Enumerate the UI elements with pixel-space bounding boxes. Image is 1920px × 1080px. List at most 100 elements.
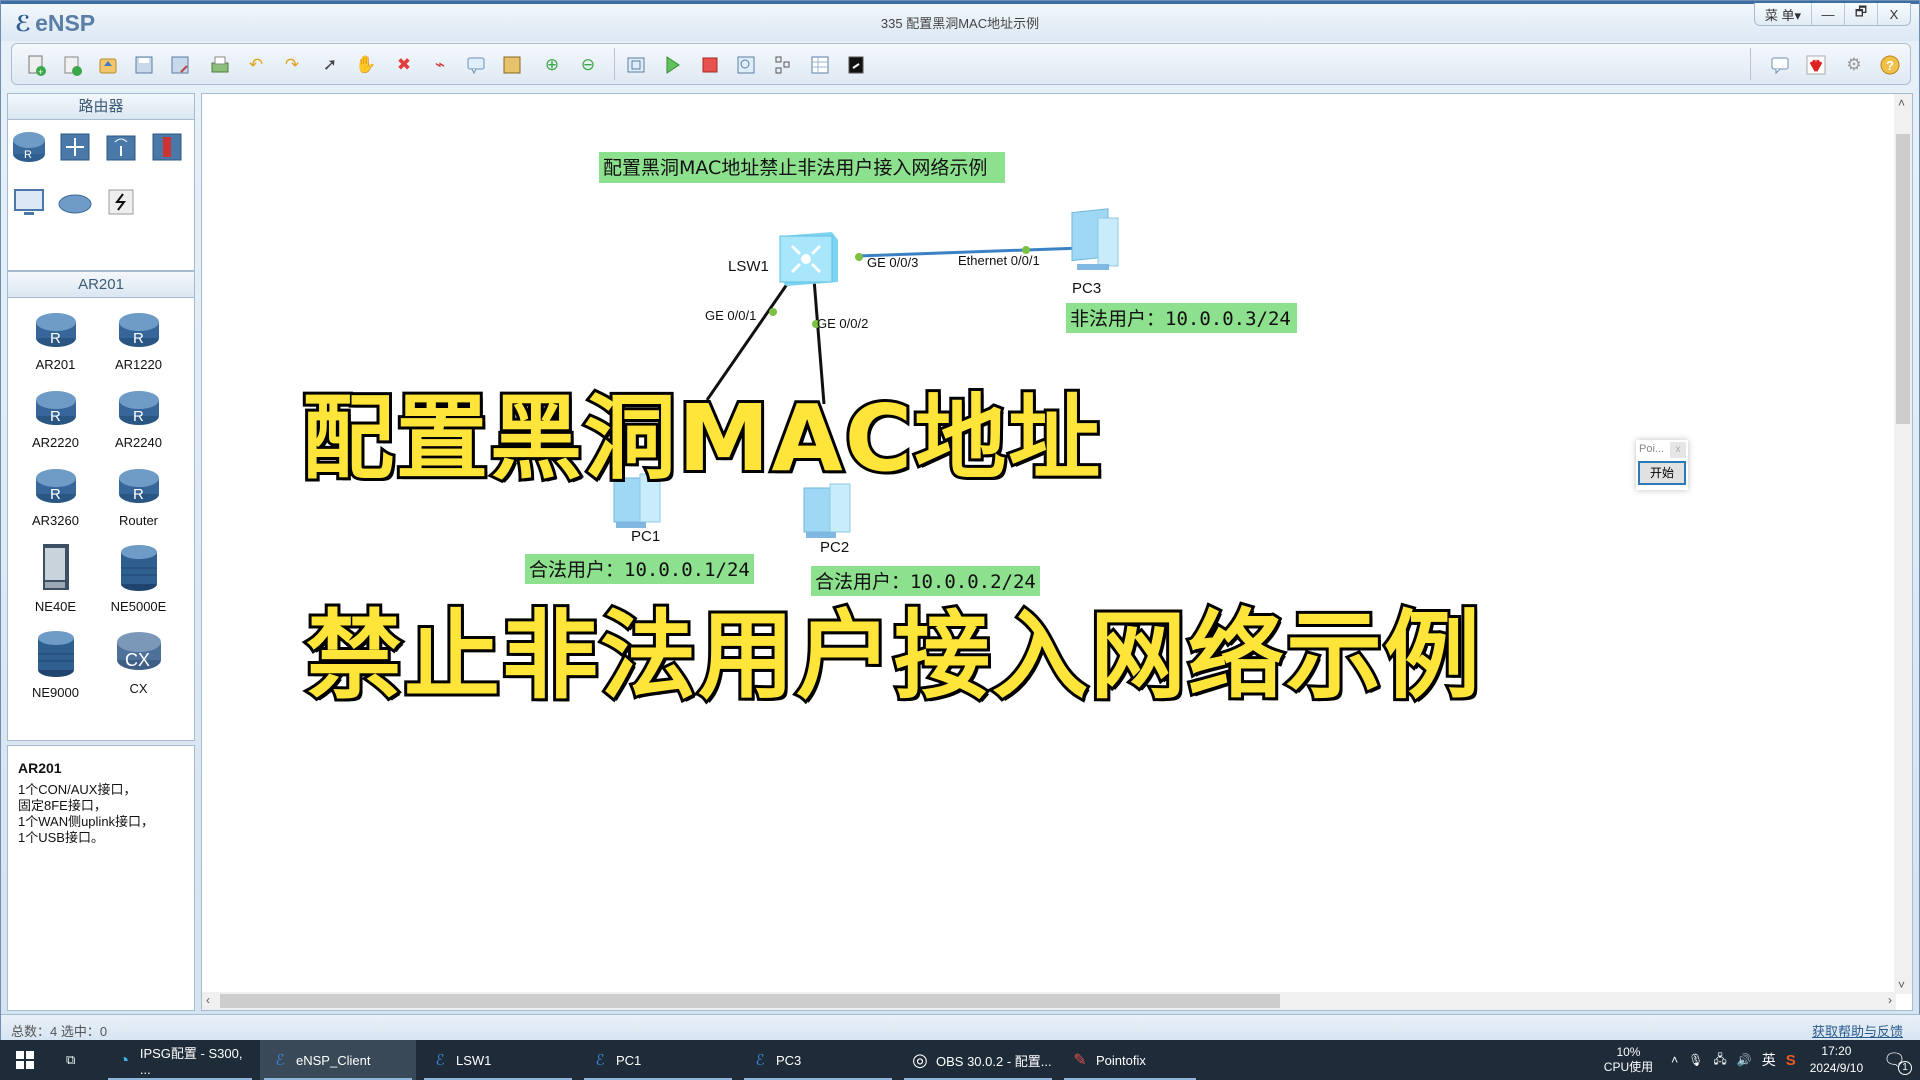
- pointofix-start-button[interactable]: 开始: [1638, 461, 1686, 485]
- horizontal-scrollbar[interactable]: ‹ ›: [202, 992, 1896, 1010]
- input-lang-indicator[interactable]: 英: [1762, 1050, 1776, 1070]
- new-topology-icon[interactable]: +: [24, 53, 48, 77]
- overlay-title-line1: 配置黑洞MAC地址: [299, 382, 1103, 495]
- delete-link-icon[interactable]: ⌁: [428, 53, 452, 77]
- text-annotation-icon[interactable]: [464, 53, 488, 77]
- status-bar: 总数：4 选中：0 获取帮助与反馈: [1, 1014, 1920, 1041]
- stop-device-icon[interactable]: [698, 53, 722, 77]
- wireless-category-icon[interactable]: [102, 128, 148, 171]
- scroll-left-icon[interactable]: ‹: [206, 993, 210, 1007]
- grid-icon[interactable]: [808, 53, 832, 77]
- ensp-window: ℰ eNSP 335 配置黑洞MAC地址示例 菜 单▾ — 🗗 X + ↶ ↷ …: [0, 0, 1920, 1041]
- restore-button[interactable]: 🗗: [1844, 3, 1877, 25]
- device-item-ne40e[interactable]: NE40E: [14, 542, 97, 614]
- device-item-ar201[interactable]: R AR201: [14, 308, 97, 372]
- delete-icon[interactable]: ✖: [392, 53, 416, 77]
- port-label-eth001: Ethernet 0/0/1: [958, 253, 1040, 268]
- start-device-icon[interactable]: [660, 53, 684, 77]
- cpu-label: CPU使用: [1603, 1060, 1654, 1074]
- taskbar-item[interactable]: ℰeNSP_Client: [260, 1040, 416, 1080]
- pc3-ip-label[interactable]: 非法用户：10.0.0.3/24: [1066, 303, 1297, 333]
- redo-icon[interactable]: ↷: [280, 53, 304, 77]
- device-label: NE40E: [34, 599, 77, 614]
- device-item-ar3260[interactable]: R AR3260: [14, 464, 97, 528]
- save-icon[interactable]: [132, 53, 156, 77]
- system-tray: 10% CPU使用 ˄ 🎙 🖧 🔊 英 S 17:20 2024/9/10 🗨 …: [1604, 1040, 1920, 1080]
- fit-view-icon[interactable]: [624, 53, 648, 77]
- start-button[interactable]: [4, 1040, 54, 1080]
- device-item-ne5000e[interactable]: NE5000E: [97, 542, 180, 614]
- task-view-button[interactable]: ⧉: [56, 1040, 100, 1080]
- undo-icon[interactable]: ↶: [244, 53, 268, 77]
- capture-icon[interactable]: [734, 53, 758, 77]
- switch-lsw1-icon[interactable]: [779, 232, 838, 286]
- tray-mic-icon[interactable]: 🎙: [1688, 1053, 1703, 1067]
- pan-hand-icon[interactable]: ✋: [354, 53, 378, 77]
- vertical-scroll-thumb[interactable]: [1896, 134, 1910, 424]
- tray-expand-icon[interactable]: ˄: [1671, 1053, 1678, 1067]
- menu-button[interactable]: 菜 单▾: [1755, 3, 1811, 25]
- taskbar-item[interactable]: ◎ OBS 30.0.2 - 配置...: [900, 1040, 1056, 1080]
- pc3-icon[interactable]: [1071, 208, 1119, 270]
- save-as-icon[interactable]: [168, 53, 192, 77]
- message-icon[interactable]: [1768, 53, 1792, 77]
- palette-icon[interactable]: [500, 53, 524, 77]
- new-lab-icon[interactable]: [60, 53, 84, 77]
- device-label: NE9000: [32, 685, 79, 700]
- device-label: NE5000E: [110, 599, 167, 614]
- select-pointer-icon[interactable]: ➚: [318, 53, 342, 77]
- router-icon: R: [116, 386, 162, 433]
- notification-button[interactable]: 🗨 1: [1883, 1050, 1912, 1075]
- topology-icon[interactable]: [770, 53, 794, 77]
- router-icon: R: [116, 464, 162, 511]
- taskbar-item-label: IPSG配置 - S300, ...: [139, 1046, 243, 1077]
- svg-text:R: R: [50, 330, 61, 347]
- taskbar-item[interactable]: ℰ PC3: [740, 1040, 896, 1080]
- device-label: AR201: [35, 357, 76, 372]
- cpu-meter[interactable]: 10% CPU使用: [1604, 1045, 1653, 1075]
- svg-text:R: R: [133, 330, 144, 347]
- settings-icon[interactable]: ⚙: [1842, 53, 1866, 77]
- connection-category-icon[interactable]: [102, 183, 148, 226]
- device-item-ar2240[interactable]: R AR2240: [97, 386, 180, 450]
- switch-category-icon[interactable]: [56, 128, 102, 171]
- minimize-button[interactable]: —: [1811, 3, 1844, 25]
- open-icon[interactable]: [96, 53, 120, 77]
- topology-canvas[interactable]: 配置黑洞MAC地址禁止非法用户接入网络示例 LSW1 PC3 PC1 PC2 G…: [201, 93, 1913, 1011]
- pointofix-close-button[interactable]: x: [1670, 442, 1686, 458]
- horizontal-scroll-thumb[interactable]: [220, 994, 1280, 1008]
- taskbar-item[interactable]: ◔ IPSG配置 - S300, ...: [104, 1040, 256, 1080]
- scroll-right-icon[interactable]: ›: [1888, 993, 1892, 1007]
- help-feedback-link[interactable]: 获取帮助与反馈: [1812, 1021, 1903, 1040]
- close-button[interactable]: X: [1877, 3, 1910, 25]
- pc-category-icon[interactable]: [10, 183, 56, 226]
- firewall-category-icon[interactable]: [148, 128, 194, 171]
- device-item-router[interactable]: R Router: [97, 464, 180, 528]
- device-item-ar1220[interactable]: R AR1220: [97, 308, 180, 372]
- huawei-icon[interactable]: [1804, 53, 1828, 77]
- taskbar-item[interactable]: ✎ Pointofix: [1060, 1040, 1200, 1080]
- device-item-ne9000[interactable]: NE9000: [14, 628, 97, 700]
- sogou-tray-icon[interactable]: S: [1786, 1052, 1796, 1069]
- device-label: AR1220: [115, 357, 162, 372]
- clock[interactable]: 17:20 2024/9/10: [1810, 1043, 1863, 1077]
- device-item-ar2220[interactable]: R AR2220: [14, 386, 97, 450]
- chassis-icon: [33, 542, 79, 597]
- console-icon[interactable]: [844, 53, 868, 77]
- help-icon[interactable]: ?: [1878, 53, 1902, 77]
- device-item-cx[interactable]: CX CX: [97, 628, 180, 700]
- cloud-category-icon[interactable]: [56, 183, 102, 226]
- zoom-out-icon[interactable]: ⊖: [576, 53, 600, 77]
- taskbar-item[interactable]: ℰ PC1: [580, 1040, 736, 1080]
- network-icon[interactable]: 🖧: [1713, 1050, 1726, 1071]
- scroll-down-icon[interactable]: ˅: [1898, 978, 1905, 992]
- taskbar-item[interactable]: ℰ LSW1: [420, 1040, 576, 1080]
- volume-icon[interactable]: 🔊: [1737, 1053, 1752, 1067]
- router-category-icon[interactable]: R: [10, 128, 56, 171]
- vertical-scrollbar[interactable]: ˄ ˅: [1894, 94, 1912, 994]
- router-icon: R: [33, 464, 79, 511]
- device-info-line: 固定8FE接口，: [18, 798, 107, 813]
- scroll-up-icon[interactable]: ˄: [1898, 96, 1905, 110]
- print-icon[interactable]: [208, 53, 232, 77]
- zoom-in-icon[interactable]: ⊕: [540, 53, 564, 77]
